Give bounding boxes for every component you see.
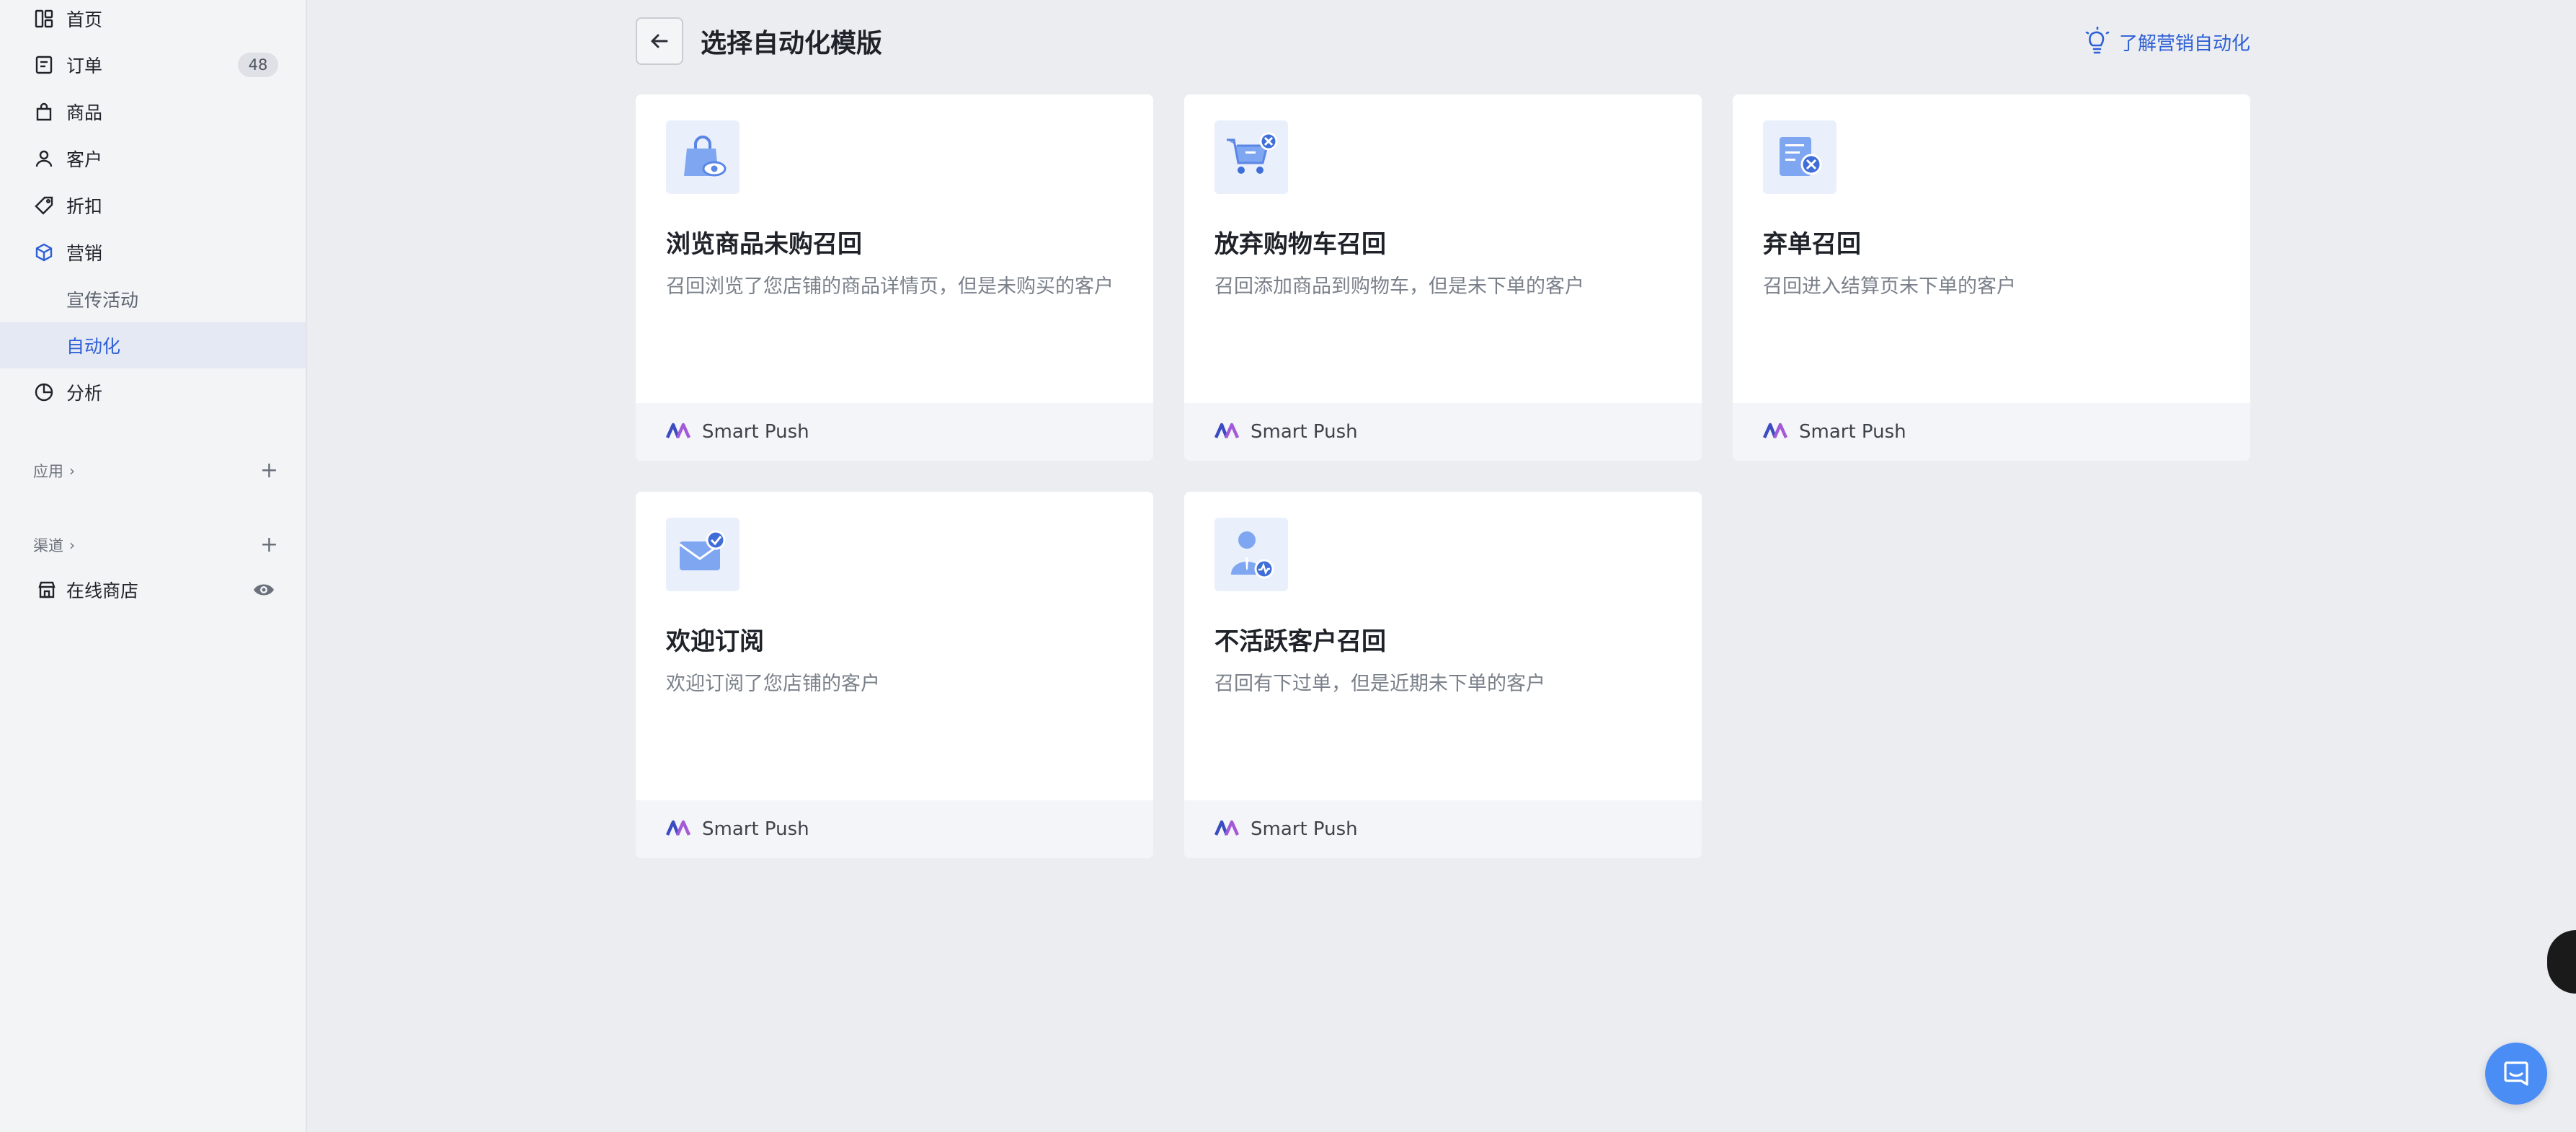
smart-push-logo-icon xyxy=(1763,423,1788,438)
apps-section-header[interactable]: 应用 › + xyxy=(33,456,278,485)
template-title: 欢迎订阅 xyxy=(666,627,764,656)
sidebar-item-label: 折扣 xyxy=(66,196,103,217)
chat-icon xyxy=(2504,1061,2528,1086)
add-app-button[interactable]: + xyxy=(260,460,278,482)
smart-push-logo-icon xyxy=(1214,423,1240,438)
sidebar-item-analytics[interactable]: 分析 xyxy=(0,369,306,415)
template-footer: Smart Push xyxy=(1184,800,1702,858)
bag-icon xyxy=(33,101,55,123)
back-button[interactable] xyxy=(636,17,683,65)
provider-label: Smart Push xyxy=(1251,421,1358,443)
sidebar-item-label: 宣传活动 xyxy=(66,290,139,311)
sidebar-item-home[interactable]: 首页 xyxy=(0,0,306,42)
sidebar-item-label: 订单 xyxy=(66,56,103,76)
sidebar-item-products[interactable]: 商品 xyxy=(0,89,306,135)
sidebar-item-campaigns[interactable]: 宣传活动 xyxy=(0,276,306,322)
sidebar-item-orders[interactable]: 订单 48 xyxy=(0,42,306,88)
smart-push-logo-icon xyxy=(1214,820,1240,836)
user-icon xyxy=(33,148,55,169)
provider-label: Smart Push xyxy=(1799,421,1906,443)
sidebar-item-automation[interactable]: 自动化 xyxy=(0,322,306,368)
sidebar-item-label: 商品 xyxy=(66,102,103,123)
floating-widget-avatar[interactable] xyxy=(2547,930,2576,994)
provider-label: Smart Push xyxy=(702,421,809,443)
sidebar-item-label: 营销 xyxy=(66,243,103,264)
sidebar-item-online-store[interactable]: 在线商店 xyxy=(0,567,306,613)
arrow-left-icon xyxy=(651,34,668,48)
chevron-right-icon: › xyxy=(69,462,75,479)
store-icon xyxy=(36,579,58,601)
template-title: 浏览商品未购召回 xyxy=(666,230,862,259)
provider-label: Smart Push xyxy=(1251,818,1358,840)
sidebar-item-discounts[interactable]: 折扣 xyxy=(0,182,306,229)
chat-support-button[interactable] xyxy=(2485,1043,2547,1105)
template-title: 弃单召回 xyxy=(1763,230,1861,259)
sidebar-item-label: 首页 xyxy=(66,9,103,30)
sidebar: 首页 订单 48 商品 客户 折扣 营销 宣传活动 自动化 分析 应用 › + … xyxy=(0,0,307,1132)
sidebar-item-label: 客户 xyxy=(66,149,103,170)
template-title: 放弃购物车召回 xyxy=(1214,230,1386,259)
mail-check-icon xyxy=(666,518,740,591)
order-icon xyxy=(33,54,55,76)
lightbulb-icon xyxy=(2085,27,2110,54)
channels-section-label: 渠道 xyxy=(33,537,63,554)
template-card-welcome-subscribe[interactable]: 欢迎订阅 欢迎订阅了您店铺的客户 Smart Push xyxy=(636,492,1153,858)
add-channel-button[interactable]: + xyxy=(260,534,278,556)
template-footer: Smart Push xyxy=(1733,403,2250,461)
tag-icon xyxy=(33,195,55,216)
template-description: 召回进入结算页未下单的客户 xyxy=(1763,275,2016,298)
cart-x-icon xyxy=(1214,120,1288,194)
sidebar-item-marketing[interactable]: 营销 xyxy=(0,229,306,275)
template-description: 召回有下过单，但是近期未下单的客户 xyxy=(1214,673,1545,695)
smart-push-logo-icon xyxy=(666,423,691,438)
learn-marketing-automation-link[interactable]: 了解营销自动化 xyxy=(2083,23,2250,61)
sidebar-item-customers[interactable]: 客户 xyxy=(0,136,306,182)
learn-link-label: 了解营销自动化 xyxy=(2118,32,2250,55)
template-card-cart-recall[interactable]: 放弃购物车召回 召回添加商品到购物车，但是未下单的客户 Smart Push xyxy=(1184,94,1702,461)
channels-section-header[interactable]: 渠道 › + xyxy=(33,531,278,560)
template-description: 召回浏览了您店铺的商品详情页，但是未购买的客户 xyxy=(666,275,1114,298)
sidebar-item-label: 自动化 xyxy=(66,336,121,357)
template-description: 召回添加商品到购物车，但是未下单的客户 xyxy=(1214,275,1584,298)
template-card-checkout-recall[interactable]: 弃单召回 召回进入结算页未下单的客户 Smart Push xyxy=(1733,94,2250,461)
home-icon xyxy=(33,8,55,30)
provider-label: Smart Push xyxy=(702,818,809,840)
sidebar-item-label: 分析 xyxy=(66,383,103,404)
sidebar-item-label: 在线商店 xyxy=(66,580,139,601)
template-card-inactive-recall[interactable]: 不活跃客户召回 召回有下过单，但是近期未下单的客户 Smart Push xyxy=(1184,492,1702,858)
page-title: 选择自动化模版 xyxy=(701,29,883,58)
eye-icon[interactable] xyxy=(252,580,275,604)
template-footer: Smart Push xyxy=(1184,403,1702,461)
chevron-right-icon: › xyxy=(69,536,75,554)
bag-eye-icon xyxy=(666,120,740,194)
document-x-icon xyxy=(1763,120,1836,194)
order-count-badge: 48 xyxy=(238,53,278,77)
pie-icon xyxy=(33,381,55,403)
apps-section-label: 应用 xyxy=(33,463,63,480)
template-footer: Smart Push xyxy=(636,800,1153,858)
template-card-browse-recall[interactable]: 浏览商品未购召回 召回浏览了您店铺的商品详情页，但是未购买的客户 Smart P… xyxy=(636,94,1153,461)
template-title: 不活跃客户召回 xyxy=(1214,627,1386,656)
template-footer: Smart Push xyxy=(636,403,1153,461)
cube-icon xyxy=(33,242,55,263)
smart-push-logo-icon xyxy=(666,820,691,836)
template-description: 欢迎订阅了您店铺的客户 xyxy=(666,673,880,695)
person-pulse-icon xyxy=(1214,518,1288,591)
